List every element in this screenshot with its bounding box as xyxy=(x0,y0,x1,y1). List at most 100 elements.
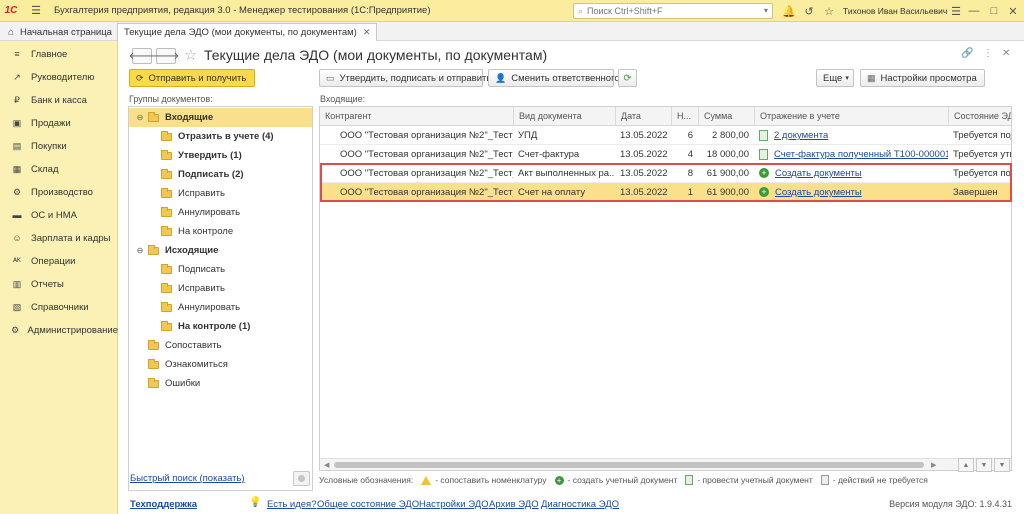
column-header-doc-type[interactable]: Вид документа xyxy=(513,107,615,126)
tree-item-outgoing[interactable]: ⊖ Исходящие xyxy=(129,241,312,260)
scroll-right-icon[interactable]: ▶ xyxy=(931,461,936,469)
main-area: 🡐 🡒 ☆ Текущие дела ЭДО (мои документы, п… xyxy=(118,41,1024,514)
chevron-down-icon: ▾ xyxy=(845,75,849,82)
tab-home[interactable]: ⌂ Начальная страница xyxy=(2,24,118,40)
sidebar-item-production[interactable]: ⚙ Производство xyxy=(0,182,118,202)
column-header-amount[interactable]: Сумма xyxy=(698,107,754,126)
forward-button[interactable]: 🡒 xyxy=(153,48,179,64)
sidebar-item-bank[interactable]: ₽ Банк и касса xyxy=(0,90,118,110)
tech-support-link[interactable]: Техподдержка xyxy=(130,499,197,510)
settings-menu-icon[interactable]: ☰ xyxy=(948,3,964,19)
tree-item[interactable]: Подписать xyxy=(129,260,312,279)
sidebar-item-main[interactable]: ≡ Главное xyxy=(0,44,118,64)
sidebar-item-assets[interactable]: ▬ ОС и НМА xyxy=(0,205,118,225)
tree-item[interactable]: Отразить в учете (4) xyxy=(129,127,312,146)
horizontal-scrollbar[interactable]: ◀ ▶ xyxy=(320,458,1011,470)
accounting-link[interactable]: Счет-фактура полученный Т100-000001 ... xyxy=(774,149,948,160)
main-icon: ≡ xyxy=(14,49,20,59)
sidebar-item-manager[interactable]: ↗ Руководителю xyxy=(0,67,118,87)
close-tab-icon[interactable]: ✕ xyxy=(363,27,371,38)
favorite-star-icon[interactable]: ☆ xyxy=(184,46,197,64)
title-bar: 1С ☰ Бухгалтерия предприятия, редакция 3… xyxy=(0,0,1024,22)
global-search-input[interactable] xyxy=(587,6,748,16)
link-icon[interactable]: 🔗 xyxy=(961,48,973,59)
history-icon[interactable]: ↺ xyxy=(801,3,817,19)
reports-icon: ▥ xyxy=(12,278,22,289)
scroll-down-button[interactable]: ▼ xyxy=(976,458,992,472)
chevron-down-icon[interactable]: ▾ xyxy=(764,4,768,18)
tree-item[interactable]: Утвердить (1) xyxy=(129,146,312,165)
sidebar-item-reports[interactable]: ▥ Отчеты xyxy=(0,274,118,294)
cell-number: 6 xyxy=(687,130,693,141)
legend-title: Условные обозначения: xyxy=(319,475,414,485)
bell-icon[interactable]: 🔔 xyxy=(781,3,797,19)
sidebar-item-warehouse[interactable]: ▦ Склад xyxy=(0,159,118,179)
tree-item[interactable]: Исправить xyxy=(129,279,312,298)
column-header-number[interactable]: Н... xyxy=(671,107,698,126)
sidebar-item-operations[interactable]: ᴬᴷ Операции xyxy=(0,251,118,271)
tree-item[interactable]: Аннулировать xyxy=(129,203,312,222)
collapse-icon[interactable]: ⊖ xyxy=(135,246,145,255)
sections-sidebar: ≡ Главное ↗ Руководителю ₽ Банк и касса ▣ Пр… xyxy=(0,41,118,514)
sidebar-item-admin[interactable]: ⚙ Администрирование xyxy=(0,320,118,340)
accounting-link[interactable]: 2 документа xyxy=(774,130,828,141)
tree-item[interactable]: Ошибки xyxy=(129,374,312,393)
approve-sign-send-button[interactable]: ▭ Утвердить, подписать и отправить xyxy=(319,69,491,87)
tree-item-label: Сопоставить xyxy=(165,340,222,351)
tree-item[interactable]: Сопоставить xyxy=(129,336,312,355)
idea-link[interactable]: Есть идея? xyxy=(267,499,316,510)
quick-search-button[interactable] xyxy=(293,471,310,486)
more-vert-icon[interactable]: ⋮ xyxy=(983,48,993,59)
column-header-edo-status[interactable]: Состояние ЭДО xyxy=(948,107,1011,126)
scrollbar-thumb[interactable] xyxy=(334,462,924,468)
tree-item[interactable]: На контроле (1) xyxy=(129,317,312,336)
cell-doc-type: УПД xyxy=(518,130,538,141)
scroll-bottom-button[interactable]: ▼ xyxy=(994,458,1010,472)
send-receive-button[interactable]: ⟳ Отправить и получить xyxy=(129,69,255,87)
search-icon: ⌕ xyxy=(578,5,584,16)
refresh-button[interactable]: ⟳ xyxy=(618,69,637,87)
more-button[interactable]: Еще ▾ xyxy=(816,69,854,87)
tree-item-label: Исходящие xyxy=(165,245,219,256)
tree-item[interactable]: Аннулировать xyxy=(129,298,312,317)
close-icon[interactable]: ✕ xyxy=(1005,3,1021,19)
change-responsible-button[interactable]: 👤 Сменить ответственного xyxy=(488,69,620,87)
minimize-icon[interactable]: — xyxy=(966,3,982,19)
scroll-left-icon[interactable]: ◀ xyxy=(324,461,329,469)
tree-item-label: Исправить xyxy=(178,283,225,294)
edo-archive-link[interactable]: Архив ЭДО xyxy=(489,499,539,510)
maximize-icon[interactable]: □ xyxy=(986,3,1002,19)
folder-icon xyxy=(148,377,159,388)
posted-document-icon xyxy=(685,475,694,485)
sidebar-item-salary[interactable]: ☺ Зарплата и кадры xyxy=(0,228,118,248)
edo-settings-link[interactable]: Настройки ЭДО xyxy=(419,499,489,510)
sidebar-item-directories[interactable]: ▧ Справочники xyxy=(0,297,118,317)
tree-item[interactable]: Ознакомиться xyxy=(129,355,312,374)
close-form-icon[interactable]: ✕ xyxy=(1002,48,1010,59)
tree-item[interactable]: На контроле xyxy=(129,222,312,241)
user-name[interactable]: Тихонов Иван Васильевич xyxy=(843,6,947,16)
menu-icon[interactable]: ☰ xyxy=(28,3,44,19)
column-header-date[interactable]: Дата xyxy=(615,107,671,126)
tree-item-incoming[interactable]: ⊖ Входящие xyxy=(129,108,312,127)
table-row[interactable]: ООО "Тестовая организация №2"_Тест_ УПД … xyxy=(320,126,1011,145)
quick-search-link[interactable]: Быстрый поиск (показать) xyxy=(130,473,245,484)
sidebar-item-sales[interactable]: ▣ Продажи xyxy=(0,113,118,133)
tree-item[interactable]: Исправить xyxy=(129,184,312,203)
overall-state-link[interactable]: Общее состояние ЭДО xyxy=(317,499,419,510)
view-settings-button[interactable]: ▦ Настройки просмотра xyxy=(860,69,985,87)
scroll-top-button[interactable]: ▲ xyxy=(958,458,974,472)
collapse-icon[interactable]: ⊖ xyxy=(135,113,145,122)
favorites-icon[interactable]: ☆ xyxy=(821,3,837,19)
tab-current[interactable]: Текущие дела ЭДО (мои документы, по доку… xyxy=(117,23,378,41)
column-header-counterparty[interactable]: Контрагент xyxy=(320,107,513,126)
folder-icon xyxy=(148,111,159,122)
global-search-box[interactable]: ⌕ ▾ xyxy=(573,3,773,19)
tree-item[interactable]: Подписать (2) xyxy=(129,165,312,184)
edo-diagnostics-link[interactable]: Диагностика ЭДО xyxy=(541,499,619,510)
footer: Техподдержка 💡 Есть идея? Общее состояни… xyxy=(118,493,1024,514)
table-row[interactable]: ООО "Тестовая организация №2"_Тест_ Счет… xyxy=(320,145,1011,164)
sidebar-item-purchases[interactable]: ▤ Покупки xyxy=(0,136,118,156)
column-header-accounting[interactable]: Отражение в учете xyxy=(754,107,948,126)
back-button[interactable]: 🡐 xyxy=(129,48,155,64)
